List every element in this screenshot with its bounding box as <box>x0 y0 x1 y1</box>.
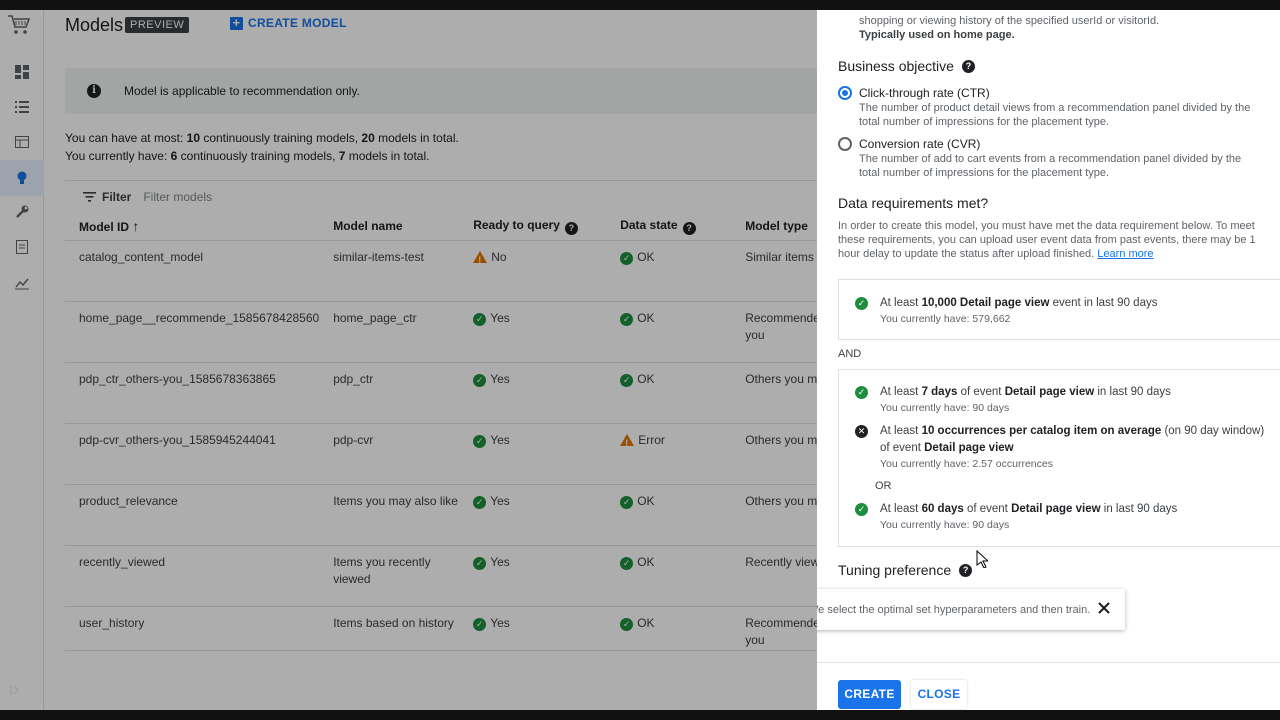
requirement-group-1: ✓ At least 10,000 Detail page view event… <box>838 279 1280 340</box>
radio-ctr-label: Click-through rate (CTR) <box>859 86 990 100</box>
and-label: AND <box>838 348 862 360</box>
requirement-item: ✓ At least 7 days of event Detail page v… <box>855 384 1270 415</box>
requirement-item: ✓ At least 60 days of event Detail page … <box>855 501 1270 532</box>
tooltip-toast: We select the optimal set hyperparameter… <box>817 589 1125 630</box>
check-circle-icon: ✓ <box>855 297 868 310</box>
requirement-item: ✕ At least 10 occurrences per catalog it… <box>855 423 1270 471</box>
letterbox-top <box>0 0 1280 10</box>
tuning-preference-heading: Tuning preference? <box>838 562 973 578</box>
help-icon[interactable]: ? <box>959 563 973 577</box>
mouse-cursor-icon <box>976 549 990 573</box>
radio-button[interactable] <box>838 137 852 151</box>
radio-cvr-label: Conversion rate (CVR) <box>859 137 981 151</box>
close-icon[interactable] <box>1096 600 1112 616</box>
scrim-overlay[interactable] <box>0 0 817 720</box>
or-label: OR <box>875 480 892 492</box>
data-requirements-desc: In order to create this model, you must … <box>838 220 1256 260</box>
create-button[interactable]: CREATE <box>838 680 901 709</box>
check-circle-icon: ✓ <box>855 503 868 516</box>
error-circle-icon: ✕ <box>855 425 868 438</box>
requirement-item: ✓ At least 10,000 Detail page view event… <box>855 295 1270 326</box>
create-model-panel: shopping or viewing history of the speci… <box>817 0 1280 720</box>
help-icon[interactable]: ? <box>961 59 975 73</box>
radio-cvr[interactable]: Conversion rate (CVR) The number of add … <box>838 136 1264 180</box>
radio-button-selected[interactable] <box>838 86 852 100</box>
toast-text: We select the optimal set hyperparameter… <box>817 603 1091 616</box>
radio-cvr-desc: The number of add to cart events from a … <box>859 153 1242 179</box>
letterbox-bottom <box>0 710 1280 720</box>
radio-ctr[interactable]: Click-through rate (CTR) The number of p… <box>838 85 1264 129</box>
screen: Models PREVIEW + CREATE MODEL i Model is… <box>0 0 1280 720</box>
requirement-group-2: ✓ At least 7 days of event Detail page v… <box>838 369 1280 547</box>
expand-nav-icon[interactable] <box>10 684 20 698</box>
data-requirements-heading: Data requirements met? <box>838 195 989 211</box>
radio-ctr-desc: The number of product detail views from … <box>859 102 1251 128</box>
business-objective-heading: Business objective? <box>838 58 975 74</box>
learn-more-link[interactable]: Learn more <box>1097 248 1153 260</box>
close-button[interactable]: CLOSE <box>911 680 967 709</box>
check-circle-icon: ✓ <box>855 386 868 399</box>
